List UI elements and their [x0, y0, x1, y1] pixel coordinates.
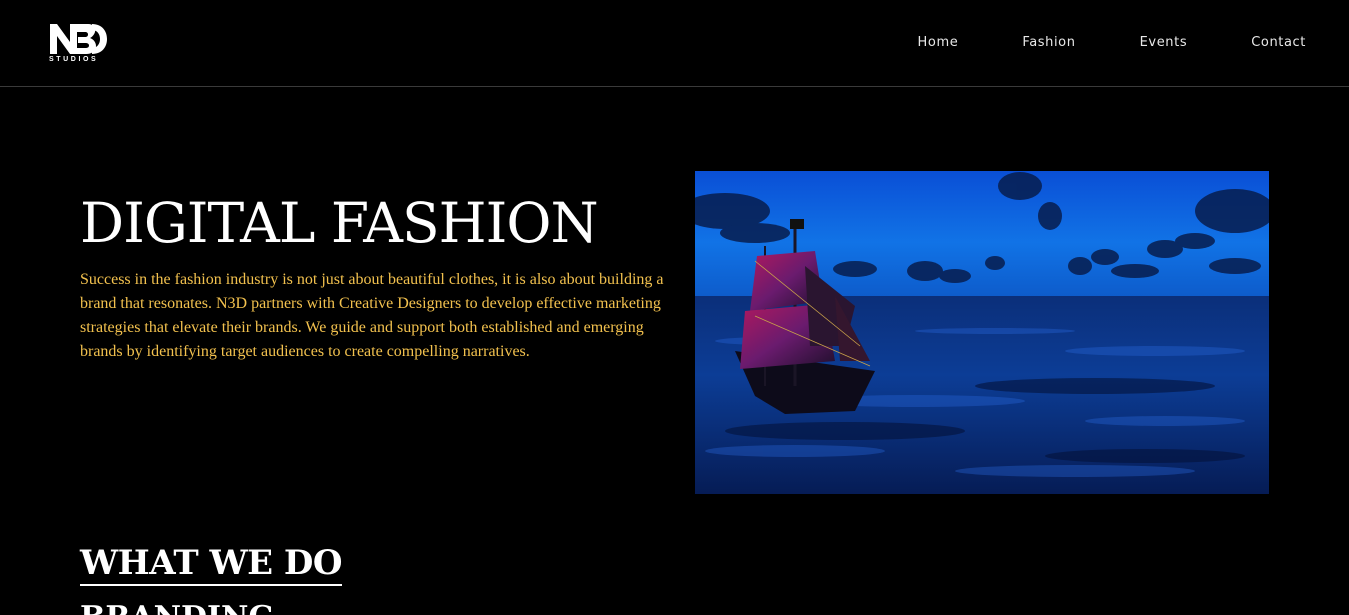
nav-fashion[interactable]: Fashion — [1022, 35, 1075, 50]
main-nav: Home Fashion Events Contact — [918, 35, 1306, 50]
logo-mark-icon — [50, 24, 107, 54]
hero-title: DIGITAL FASHION — [80, 191, 599, 255]
nav-contact[interactable]: Contact — [1251, 35, 1306, 50]
logo-subtitle: STUDIOS — [49, 56, 99, 63]
hero-description: Success in the fashion industry is not j… — [80, 271, 664, 360]
section-title-what-we-do: WHAT WE DO — [80, 542, 343, 586]
nav-home[interactable]: Home — [918, 35, 959, 50]
site-header: STUDIOS Home Fashion Events Contact — [0, 0, 1349, 87]
logo[interactable]: STUDIOS — [48, 20, 108, 66]
hero-image — [695, 171, 1269, 494]
pirate-ship-ocean-image — [695, 171, 1269, 494]
nav-events[interactable]: Events — [1140, 35, 1188, 50]
section-heading-branding: BRANDING — [80, 600, 274, 615]
